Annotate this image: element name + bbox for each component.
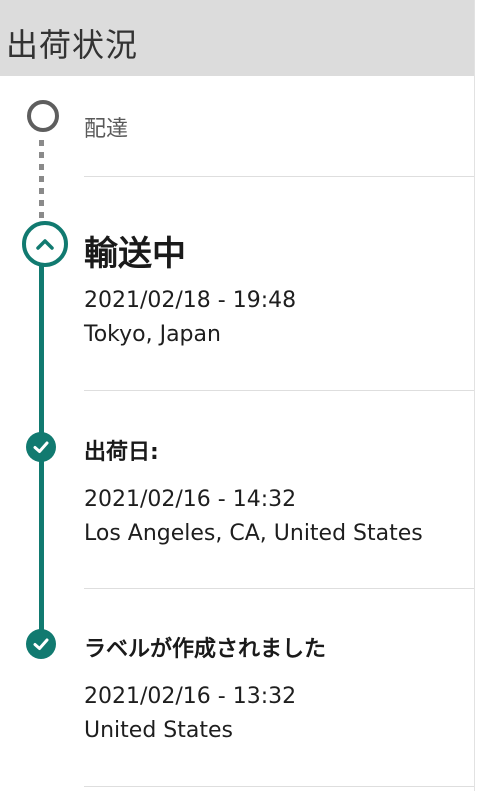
event-location: United States bbox=[84, 718, 233, 743]
divider bbox=[84, 176, 474, 177]
status-shipped-title: 出荷日: bbox=[84, 440, 159, 465]
circle-outline-icon bbox=[27, 100, 59, 132]
status-delivery-label: 配達 bbox=[84, 117, 129, 142]
divider bbox=[84, 786, 474, 787]
divider bbox=[84, 588, 474, 589]
shipment-timeline: 配達 輸送中 2021/02/18 - 19:48 Tokyo, Japan 出… bbox=[0, 76, 474, 791]
status-label-created-title: ラベルが作成されました bbox=[84, 637, 327, 662]
event-location: Los Angeles, CA, United States bbox=[84, 521, 423, 546]
event-datetime: 2021/02/16 - 13:32 bbox=[84, 684, 297, 709]
page-title: 出荷状況 bbox=[6, 26, 139, 64]
header-bar: 出荷状況 bbox=[0, 0, 474, 76]
event-location: Tokyo, Japan bbox=[84, 322, 221, 347]
check-circle-icon bbox=[26, 432, 56, 462]
event-datetime: 2021/02/18 - 19:48 bbox=[84, 288, 297, 313]
status-in-transit-title: 輸送中 bbox=[84, 234, 186, 274]
event-datetime: 2021/02/16 - 14:32 bbox=[84, 487, 297, 512]
chevron-up-icon[interactable] bbox=[22, 221, 68, 267]
check-circle-icon bbox=[26, 629, 56, 659]
divider bbox=[84, 390, 474, 391]
panel-edge bbox=[474, 0, 475, 791]
